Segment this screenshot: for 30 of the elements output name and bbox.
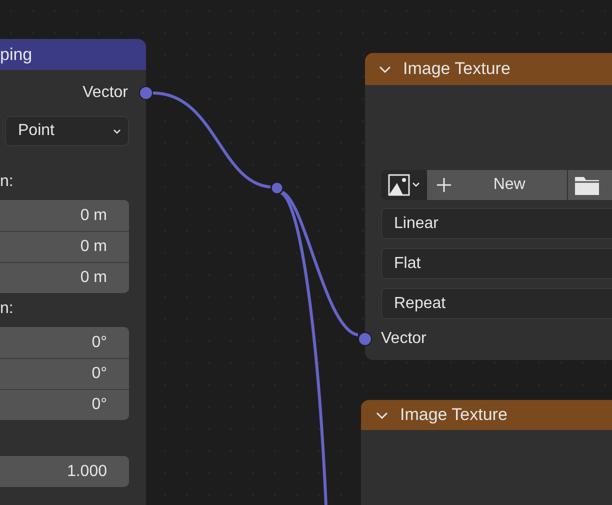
folder-icon — [574, 175, 599, 195]
image-browse-button[interactable] — [381, 170, 428, 200]
dropdown[interactable]: Repeat — [381, 288, 612, 319]
node-title: Image Texture — [403, 58, 510, 80]
number-field[interactable]: 1.000 — [0, 456, 129, 487]
socket-label: Vector — [381, 329, 426, 349]
node-header[interactable]: Image Texture — [365, 53, 612, 85]
number-field[interactable]: 0 m — [0, 200, 129, 231]
section-label: n: — [0, 172, 14, 192]
plus-icon — [437, 178, 452, 192]
open-image-button[interactable] — [568, 170, 612, 200]
number-field[interactable]: 0° — [0, 358, 129, 389]
node-title: Image Texture — [400, 404, 508, 426]
number-field[interactable]: 0 m — [0, 262, 129, 293]
reroute-node[interactable] — [270, 181, 284, 195]
node-title: ping — [0, 44, 32, 66]
node-header[interactable]: Image Texture — [361, 400, 612, 430]
output-socket[interactable] — [139, 86, 153, 100]
dropdown[interactable]: Linear — [381, 208, 612, 239]
node-header[interactable]: ping — [0, 39, 146, 70]
number-field[interactable]: 0° — [0, 327, 129, 358]
socket-label: Vector — [82, 83, 128, 103]
dropdown[interactable]: Point — [5, 116, 129, 146]
image-icon — [387, 173, 422, 197]
new-image-button[interactable]: New — [427, 170, 567, 200]
number-field[interactable]: 0 m — [0, 231, 129, 262]
dropdown[interactable]: Flat — [381, 248, 612, 279]
number-field[interactable]: 0° — [0, 389, 129, 420]
section-label: n: — [0, 299, 14, 319]
input-socket[interactable] — [358, 332, 372, 346]
